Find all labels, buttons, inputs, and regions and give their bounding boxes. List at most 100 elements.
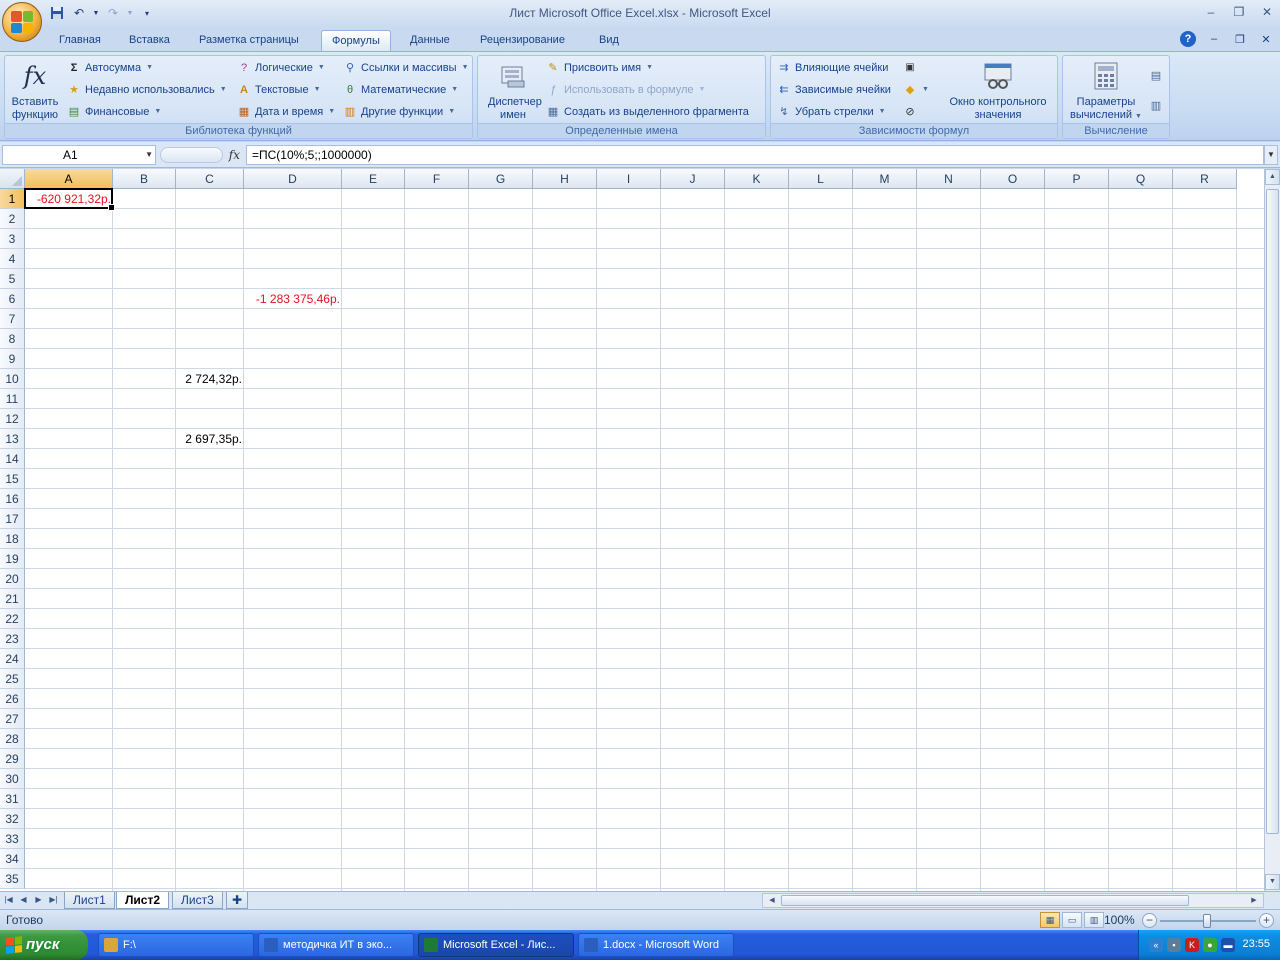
help-icon[interactable]: ? bbox=[1180, 31, 1196, 47]
select-all-corner[interactable] bbox=[0, 169, 25, 189]
evaluate-formula-button[interactable]: ⊘ bbox=[903, 102, 917, 122]
antivirus-icon[interactable]: K bbox=[1185, 938, 1199, 952]
prev-sheet-icon[interactable]: ◀ bbox=[17, 893, 30, 907]
column-header[interactable]: K bbox=[725, 169, 789, 189]
calculation-options-button[interactable]: Параметры вычислений ▼ bbox=[1065, 58, 1147, 123]
row-header[interactable]: 16 bbox=[0, 489, 25, 509]
row-header[interactable]: 27 bbox=[0, 709, 25, 729]
language-icon[interactable]: ▬ bbox=[1221, 938, 1235, 952]
text-button[interactable]: A Текстовые ▼ bbox=[237, 80, 320, 100]
row-header[interactable]: 24 bbox=[0, 649, 25, 669]
taskbar-item-2[interactable]: методичка ИТ в эко... bbox=[258, 933, 414, 957]
row-header[interactable]: 10 bbox=[0, 369, 25, 389]
financial-button[interactable]: ▤ Финансовые ▼ bbox=[67, 102, 162, 122]
restore-icon[interactable]: ❐ bbox=[1230, 4, 1248, 20]
horizontal-scroll-thumb[interactable] bbox=[781, 895, 1189, 906]
column-header[interactable]: N bbox=[917, 169, 981, 189]
insert-function-fx-icon[interactable]: fx bbox=[229, 148, 240, 162]
row-header[interactable]: 35 bbox=[0, 869, 25, 889]
row-header[interactable]: 18 bbox=[0, 529, 25, 549]
row-header[interactable]: 17 bbox=[0, 509, 25, 529]
page-layout-view-icon[interactable]: ▭ bbox=[1062, 912, 1082, 928]
worksheet-grid[interactable]: A B C D E F G H I J K L M N O P Q R 1 2 3 4 5 6 7 8 9 10 11 12 13 14 15 1… bbox=[0, 169, 1264, 891]
zoom-in-icon[interactable]: + bbox=[1259, 913, 1274, 928]
tab-0[interactable]: Главная bbox=[49, 30, 111, 52]
row-header[interactable]: 33 bbox=[0, 829, 25, 849]
workbook-close-icon[interactable]: ✕ bbox=[1258, 31, 1274, 47]
use-in-formula-button[interactable]: ƒ Использовать в формуле ▼ bbox=[546, 80, 706, 100]
messenger-icon[interactable]: ● bbox=[1203, 938, 1217, 952]
cell-d6[interactable]: -1 283 375,46р. bbox=[244, 289, 342, 309]
expand-formula-bar-icon[interactable]: ▼ bbox=[1264, 145, 1278, 165]
minimize-icon[interactable]: – bbox=[1202, 4, 1220, 20]
scroll-up-icon[interactable]: ▲ bbox=[1265, 169, 1280, 185]
column-header[interactable]: G bbox=[469, 169, 533, 189]
row-header[interactable]: 30 bbox=[0, 769, 25, 789]
column-header[interactable]: L bbox=[789, 169, 853, 189]
column-header[interactable]: C bbox=[176, 169, 244, 189]
zoom-level[interactable]: 100% bbox=[1104, 913, 1135, 927]
column-header[interactable]: O bbox=[981, 169, 1045, 189]
tab-3[interactable]: Формулы bbox=[321, 30, 391, 52]
sheet-tab-3[interactable]: Лист3 bbox=[172, 892, 223, 909]
scroll-down-icon[interactable]: ▼ bbox=[1265, 874, 1280, 890]
column-header[interactable]: A bbox=[25, 169, 113, 189]
workbook-restore-icon[interactable]: ❐ bbox=[1232, 31, 1248, 47]
column-header[interactable]: M bbox=[853, 169, 917, 189]
normal-view-icon[interactable]: ▦ bbox=[1040, 912, 1060, 928]
taskbar-item-1[interactable]: F:\ bbox=[98, 933, 254, 957]
row-header[interactable]: 8 bbox=[0, 329, 25, 349]
column-header[interactable]: H bbox=[533, 169, 597, 189]
row-header[interactable]: 9 bbox=[0, 349, 25, 369]
workbook-minimize-icon[interactable]: – bbox=[1206, 31, 1222, 47]
column-header[interactable]: P bbox=[1045, 169, 1109, 189]
row-header[interactable]: 7 bbox=[0, 309, 25, 329]
column-header[interactable]: I bbox=[597, 169, 661, 189]
tab-4[interactable]: Данные bbox=[400, 30, 460, 52]
row-header[interactable]: 1 bbox=[0, 189, 25, 209]
name-manager-button[interactable]: Диспетчер имен bbox=[480, 58, 546, 122]
vertical-scrollbar[interactable]: ▲ ▼ bbox=[1264, 169, 1280, 891]
trace-precedents-button[interactable]: ⇉ Влияющие ячейки bbox=[777, 58, 888, 78]
horizontal-scrollbar[interactable]: ◀ ▶ bbox=[762, 893, 1264, 908]
formula-input[interactable]: =ПС(10%;5;;1000000) bbox=[246, 145, 1264, 165]
zoom-out-icon[interactable]: − bbox=[1142, 913, 1157, 928]
row-header[interactable]: 28 bbox=[0, 729, 25, 749]
logical-button[interactable]: ? Логические ▼ bbox=[237, 58, 325, 78]
close-icon[interactable]: ✕ bbox=[1258, 4, 1276, 20]
row-header[interactable]: 3 bbox=[0, 229, 25, 249]
last-sheet-icon[interactable]: ▶| bbox=[47, 893, 60, 907]
row-header[interactable]: 13 bbox=[0, 429, 25, 449]
cell-c13[interactable]: 2 697,35р. bbox=[176, 429, 244, 449]
row-header[interactable]: 19 bbox=[0, 549, 25, 569]
taskbar-item-4[interactable]: 1.docx - Microsoft Word bbox=[578, 933, 734, 957]
trace-dependents-button[interactable]: ⇇ Зависимые ячейки bbox=[777, 80, 891, 100]
lookup-button[interactable]: ⚲ Ссылки и массивы ▼ bbox=[343, 58, 469, 78]
recently-used-button[interactable]: ★ Недавно использовались ▼ bbox=[67, 80, 227, 100]
cell-c10[interactable]: 2 724,32р. bbox=[176, 369, 244, 389]
math-button[interactable]: θ Математические ▼ bbox=[343, 80, 458, 100]
row-header[interactable]: 22 bbox=[0, 609, 25, 629]
column-header[interactable]: F bbox=[405, 169, 469, 189]
watch-window-button[interactable]: Окно контрольного значения bbox=[941, 58, 1055, 122]
row-header[interactable]: 34 bbox=[0, 849, 25, 869]
office-button[interactable] bbox=[2, 2, 42, 42]
row-header[interactable]: 26 bbox=[0, 689, 25, 709]
row-header[interactable]: 32 bbox=[0, 809, 25, 829]
row-header[interactable]: 21 bbox=[0, 589, 25, 609]
vertical-scroll-thumb[interactable] bbox=[1266, 189, 1279, 834]
row-header[interactable]: 6 bbox=[0, 289, 25, 309]
datetime-button[interactable]: ▦ Дата и время ▼ bbox=[237, 102, 335, 122]
error-checking-button[interactable]: ◆ ▼ bbox=[903, 80, 929, 100]
row-header[interactable]: 31 bbox=[0, 789, 25, 809]
row-header[interactable]: 29 bbox=[0, 749, 25, 769]
name-box-dropdown-icon[interactable]: ▼ bbox=[145, 146, 153, 164]
calculate-sheet-button[interactable]: ▥ bbox=[1149, 96, 1163, 116]
tray-expand-icon[interactable]: « bbox=[1149, 938, 1163, 952]
tab-1[interactable]: Вставка bbox=[119, 30, 180, 52]
column-header[interactable]: D bbox=[244, 169, 342, 189]
row-header[interactable]: 12 bbox=[0, 409, 25, 429]
row-header[interactable]: 20 bbox=[0, 569, 25, 589]
first-sheet-icon[interactable]: |◀ bbox=[2, 893, 15, 907]
more-functions-button[interactable]: ▥ Другие функции ▼ bbox=[343, 102, 455, 122]
